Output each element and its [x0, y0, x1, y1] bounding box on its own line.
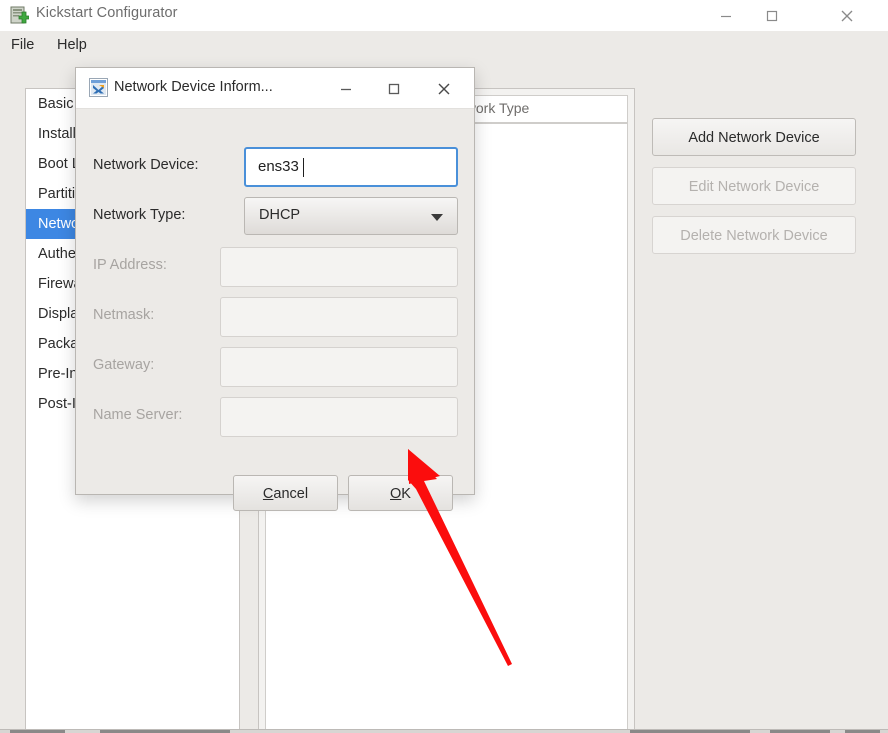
- minimize-icon: [721, 15, 731, 17]
- field-row-name-server: Name Server:: [76, 397, 474, 437]
- ip-address-input: [220, 247, 458, 287]
- network-device-input[interactable]: ens33: [244, 147, 458, 187]
- dialog-body: Network Device: ens33 Network Type: DHCP…: [76, 109, 474, 511]
- dialog-minimize-button[interactable]: [326, 68, 366, 109]
- menu-file[interactable]: File: [11, 37, 34, 53]
- field-row-netmask: Netmask:: [76, 297, 474, 337]
- dialog-close-button[interactable]: [424, 68, 464, 109]
- network-device-value: ens33: [258, 158, 299, 175]
- ok-button[interactable]: OK: [348, 475, 453, 511]
- x-application-icon: [89, 78, 108, 97]
- add-network-device-button[interactable]: Add Network Device: [652, 118, 856, 156]
- menu-help[interactable]: Help: [57, 37, 87, 53]
- minimize-icon: [341, 88, 351, 90]
- main-titlebar: Kickstart Configurator: [0, 0, 888, 32]
- dialog-titlebar: Network Device Inform...: [76, 68, 474, 109]
- network-device-label: Network Device:: [93, 157, 199, 173]
- ok-rest: K: [401, 486, 411, 502]
- cancel-button[interactable]: Cancel: [233, 475, 338, 511]
- field-row-network-type: Network Type: DHCP: [76, 197, 474, 237]
- taskbar-sliver: [0, 729, 888, 733]
- gateway-input: [220, 347, 458, 387]
- text-caret: [303, 158, 304, 177]
- cancel-mnemonic: C: [262, 486, 274, 502]
- device-actions: Add Network Device Edit Network Device D…: [652, 118, 856, 265]
- field-row-ip-address: IP Address:: [76, 247, 474, 287]
- app-title: Kickstart Configurator: [36, 5, 178, 21]
- maximize-icon: [766, 10, 778, 21]
- chevron-down-icon: [431, 214, 443, 221]
- window-maximize-button[interactable]: [749, 0, 795, 31]
- window-close-button[interactable]: [824, 0, 870, 31]
- menubar: File Help: [0, 31, 888, 63]
- network-type-dropdown[interactable]: DHCP: [244, 197, 458, 235]
- delete-network-device-button: Delete Network Device: [652, 216, 856, 254]
- field-row-gateway: Gateway:: [76, 347, 474, 387]
- ip-address-label: IP Address:: [93, 257, 167, 273]
- ok-mnemonic: O: [390, 486, 402, 502]
- name-server-input: [220, 397, 458, 437]
- netmask-input: [220, 297, 458, 337]
- name-server-label: Name Server:: [93, 407, 183, 423]
- network-type-label: Network Type:: [93, 207, 186, 223]
- edit-network-device-button: Edit Network Device: [652, 167, 856, 205]
- network-device-information-dialog: Network Device Inform... Network Device:…: [75, 67, 475, 511]
- maximize-icon: [388, 83, 400, 94]
- close-icon: [841, 10, 853, 21]
- application-window: Kickstart Configurator File Help Basic C…: [0, 0, 888, 733]
- window-minimize-button[interactable]: [703, 0, 749, 31]
- network-type-value: DHCP: [259, 207, 301, 223]
- gateway-label: Gateway:: [93, 357, 155, 373]
- cancel-rest: ancel: [273, 486, 309, 502]
- dialog-title: Network Device Inform...: [114, 79, 273, 95]
- dialog-maximize-button[interactable]: [374, 68, 414, 109]
- kickstart-icon: [9, 5, 30, 25]
- close-icon: [438, 83, 450, 94]
- field-row-network-device: Network Device: ens33: [76, 147, 474, 187]
- netmask-label: Netmask:: [93, 307, 155, 323]
